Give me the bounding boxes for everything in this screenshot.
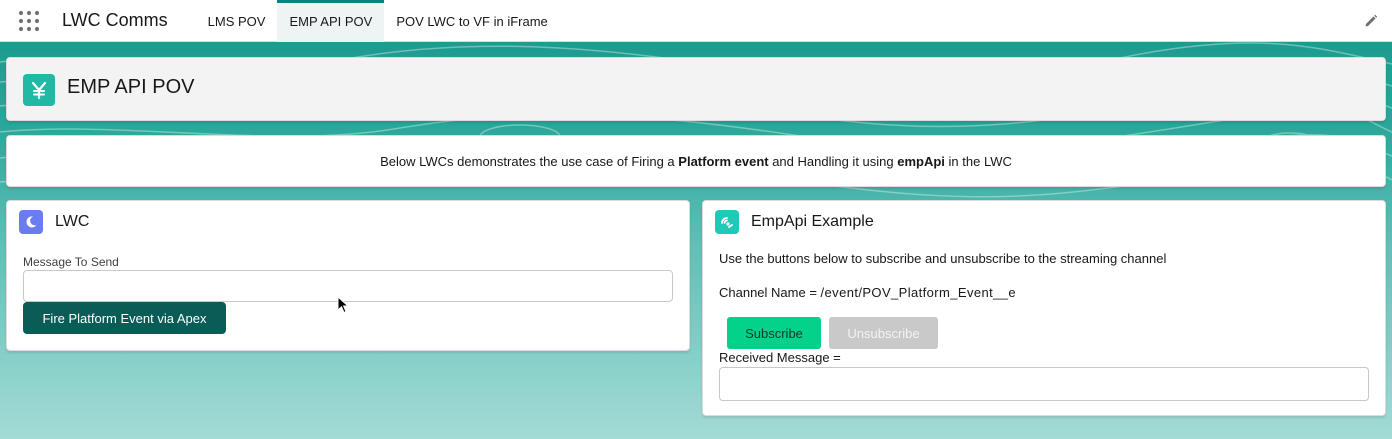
app-launcher-icon <box>19 11 39 31</box>
mouse-cursor-icon <box>337 296 349 314</box>
tab-lms-pov[interactable]: LMS POV <box>196 0 278 42</box>
received-message-output <box>719 367 1369 401</box>
edit-nav-button[interactable] <box>1364 14 1378 28</box>
lwc-card-title: LWC <box>55 213 90 230</box>
intro-text: Below LWCs demonstrates the use case of … <box>380 153 1012 169</box>
intro-bold-empapi: empApi <box>897 153 945 169</box>
message-to-send-label: Message To Send <box>23 255 119 269</box>
lwc-card: LWC Message To Send Fire Platform Event … <box>6 200 690 351</box>
tab-label: LMS POV <box>207 13 266 29</box>
tab-emp-api-pov[interactable]: EMP API POV <box>277 0 385 42</box>
app-name: LWC Comms <box>62 10 168 30</box>
tab-label: POV LWC to VF in iFrame <box>396 13 548 29</box>
streaming-icon <box>715 210 739 234</box>
channel-name-value: /event/POV_Platform_Event__e <box>820 285 1017 300</box>
page-title: EMP API POV <box>67 76 195 98</box>
received-message-label: Received Message = <box>719 350 841 365</box>
fire-platform-event-button[interactable]: Fire Platform Event via Apex <box>23 302 226 334</box>
intro-card: Below LWCs demonstrates the use case of … <box>6 135 1386 187</box>
channel-name-row: Channel Name = /event/POV_Platform_Event… <box>719 285 1016 300</box>
page-header: EMP API POV <box>6 57 1386 121</box>
empapi-card: EmpApi Example Use the buttons below to … <box>702 200 1386 416</box>
channel-name-label: Channel Name = <box>719 285 821 300</box>
global-nav-bar: LWC Comms LMS POV EMP API POV POV LWC to… <box>0 0 1392 42</box>
unsubscribe-button[interactable]: Unsubscribe <box>829 317 938 349</box>
moon-icon <box>19 210 43 234</box>
subscribe-button[interactable]: Subscribe <box>727 317 821 349</box>
pencil-icon <box>1365 14 1378 27</box>
tab-pov-lwc-to-vf[interactable]: POV LWC to VF in iFrame <box>384 0 559 42</box>
empapi-card-title: EmpApi Example <box>751 213 874 230</box>
empapi-instructions: Use the buttons below to subscribe and u… <box>719 251 1167 266</box>
app-launcher-button[interactable] <box>8 0 50 42</box>
intro-bold-platform-event: Platform event <box>678 153 769 169</box>
custom-yen-icon <box>23 74 55 106</box>
tab-label: EMP API POV <box>289 13 373 29</box>
